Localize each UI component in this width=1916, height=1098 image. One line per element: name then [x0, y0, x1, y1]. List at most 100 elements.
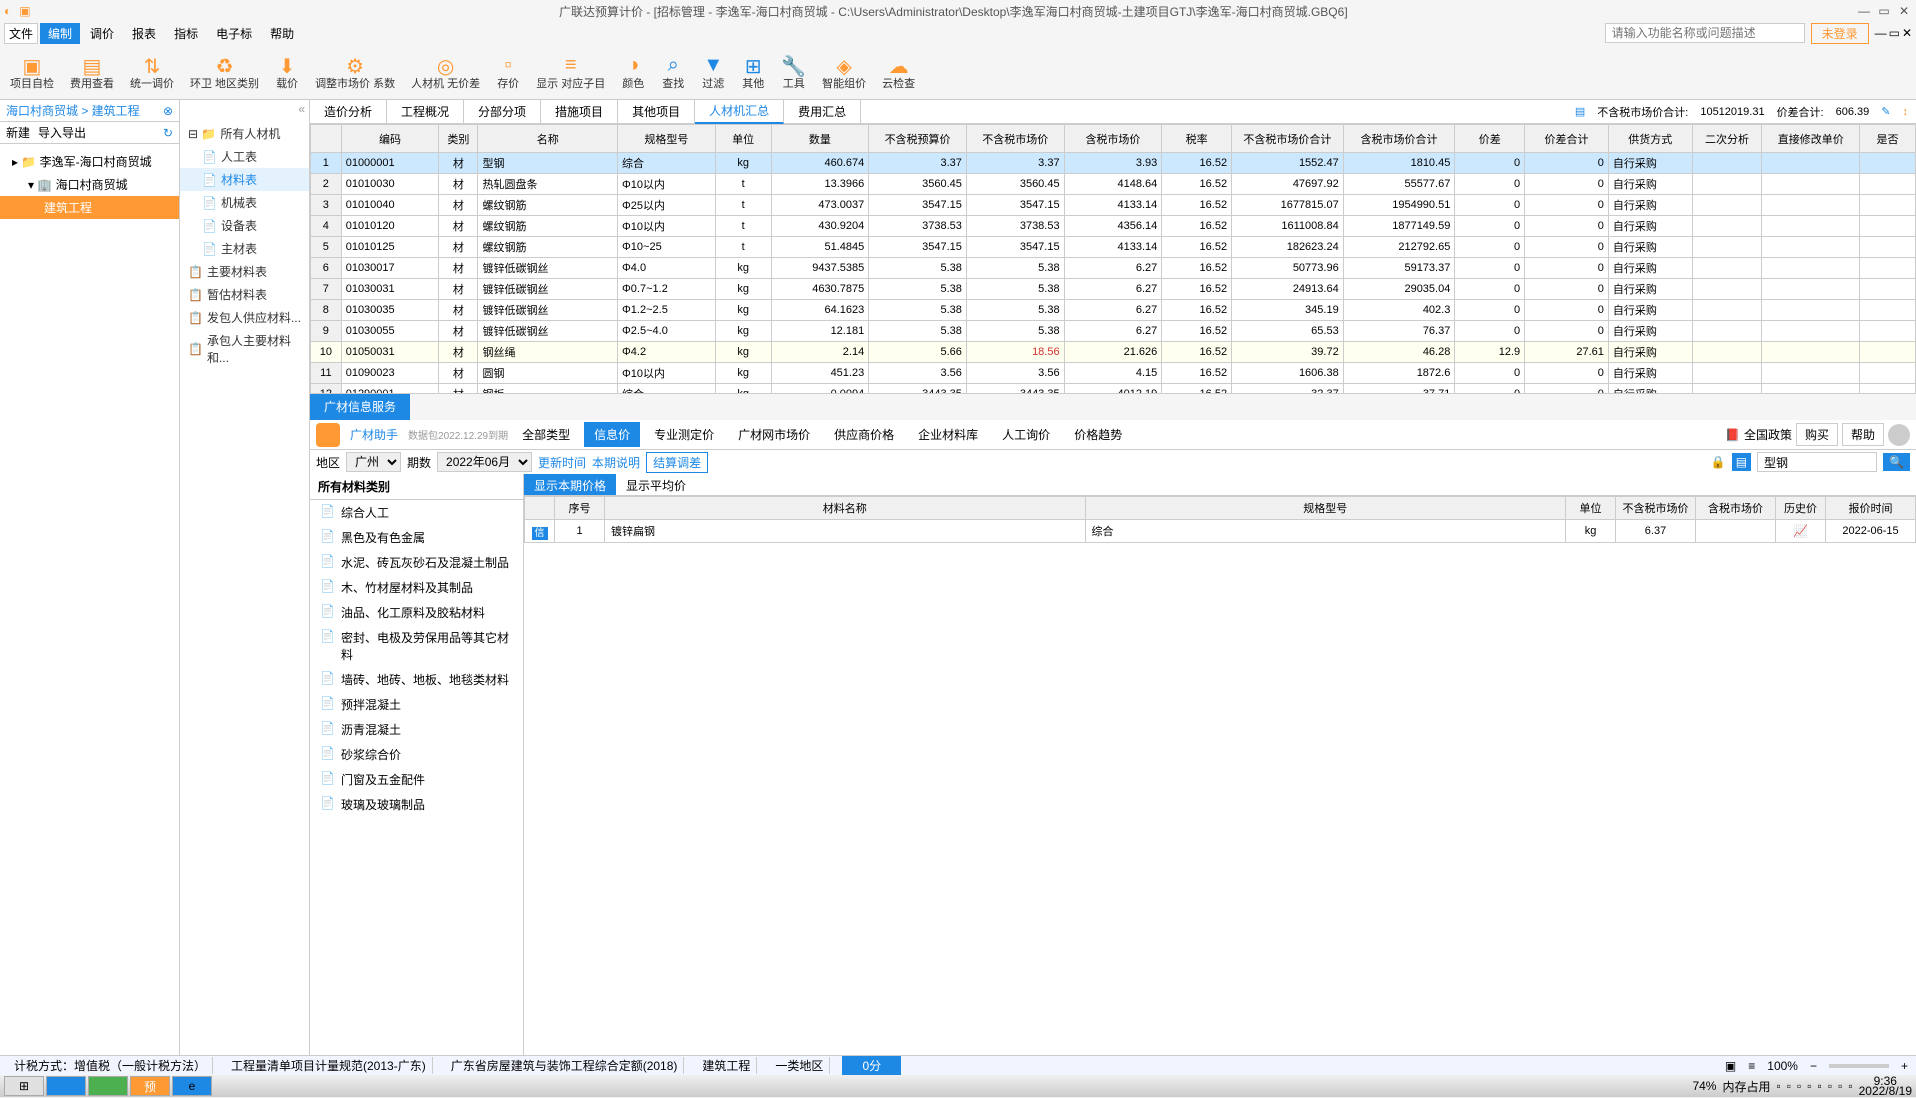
- avatar[interactable]: [1888, 424, 1910, 446]
- bt-ent-lib[interactable]: 企业材料库: [908, 422, 988, 447]
- material-search[interactable]: [1757, 452, 1877, 472]
- ribbon-show-item[interactable]: ≡显示 对应子目: [530, 46, 611, 97]
- grid-row[interactable]: 1001050031材钢丝绳Φ4.2kg2.145.6618.5621.6261…: [311, 342, 1916, 363]
- grid-header-cell[interactable]: 规格型号: [618, 125, 716, 153]
- tab-fee-summary[interactable]: 费用汇总: [784, 100, 861, 123]
- search-button[interactable]: 🔍: [1883, 453, 1910, 471]
- function-search[interactable]: [1605, 23, 1805, 43]
- file-menu[interactable]: 文件: [4, 23, 38, 44]
- tray-icon-7[interactable]: ▫: [1838, 1079, 1842, 1093]
- bt-trend[interactable]: 价格趋势: [1064, 422, 1132, 447]
- st-provisional[interactable]: 📋 暂估材料表: [180, 283, 309, 306]
- adjust-button[interactable]: 结算调差: [646, 452, 708, 473]
- bt-pro-price[interactable]: 专业测定价: [644, 422, 724, 447]
- grid-header-cell[interactable]: 供货方式: [1608, 125, 1692, 153]
- close-button[interactable]: ✕: [1896, 4, 1912, 18]
- menu-ebid[interactable]: 电子标: [208, 23, 260, 44]
- grid-header-cell[interactable]: 类别: [439, 125, 478, 153]
- breadcrumb-close-icon[interactable]: ⊗: [163, 104, 173, 118]
- task-edge[interactable]: e: [172, 1076, 212, 1096]
- grid-header-cell[interactable]: 价差合计: [1525, 125, 1609, 153]
- task-preview[interactable]: 预: [130, 1076, 170, 1096]
- material-grid[interactable]: 编码类别名称规格型号单位数量不含税预算价不含税市场价含税市场价税率不含税市场价合…: [310, 124, 1916, 394]
- filter-icon[interactable]: ▤: [1732, 453, 1751, 471]
- ribbon-other[interactable]: ⊞其他: [735, 46, 771, 97]
- grid-header-cell[interactable]: 税率: [1162, 125, 1232, 153]
- ribbon-filter[interactable]: ▼过滤: [695, 46, 731, 97]
- window-maximize[interactable]: ▭: [1889, 26, 1900, 40]
- tray-icon-2[interactable]: ▫: [1787, 1079, 1791, 1093]
- zoom-out[interactable]: −: [1810, 1059, 1817, 1073]
- category-item[interactable]: 📄水泥、砖瓦灰砂石及混凝土制品: [310, 550, 523, 575]
- category-item[interactable]: 📄砂浆综合价: [310, 742, 523, 767]
- zoom-in[interactable]: +: [1901, 1059, 1908, 1073]
- policy-link[interactable]: 全国政策: [1744, 426, 1792, 443]
- ribbon-smart-group[interactable]: ◈智能组价: [816, 46, 872, 97]
- bt-inquiry[interactable]: 人工询价: [992, 422, 1060, 447]
- st-machine[interactable]: 📄 机械表: [180, 191, 309, 214]
- menu-edit[interactable]: 编制: [40, 23, 80, 44]
- grid-header-cell[interactable]: 单位: [715, 125, 771, 153]
- ribbon-area-type[interactable]: ♻环卫 地区类别: [184, 46, 265, 97]
- status-score[interactable]: 0分: [842, 1056, 901, 1075]
- start-button[interactable]: ⊞: [4, 1076, 44, 1096]
- grid-header-cell[interactable]: 名称: [478, 125, 618, 153]
- collapse-icon[interactable]: «: [180, 100, 309, 118]
- pt-average[interactable]: 显示平均价: [616, 474, 696, 495]
- import-export-button[interactable]: 导入导出: [38, 124, 86, 141]
- ribbon-tools[interactable]: 🔧工具: [775, 46, 812, 97]
- tab-sub-items[interactable]: 分部分项: [464, 100, 541, 123]
- ribbon-save-price[interactable]: ▫存价: [490, 46, 526, 97]
- buy-button[interactable]: 购买: [1796, 423, 1838, 446]
- view-list-icon[interactable]: ≡: [1748, 1059, 1755, 1073]
- grid-row[interactable]: 1201290001材钢板综合kg0.00943443.353443.35401…: [311, 384, 1916, 395]
- view-mode-icon[interactable]: ▣: [1725, 1059, 1736, 1073]
- new-button[interactable]: 新建: [6, 124, 30, 141]
- tab-overview[interactable]: 工程概况: [387, 100, 464, 123]
- grid-row[interactable]: 501010125材螺纹钢筋Φ10~25t51.48453547.153547.…: [311, 237, 1916, 258]
- st-owner-supply[interactable]: 📋 发包人供应材料...: [180, 306, 309, 329]
- grid-header-cell[interactable]: 不含税市场价: [966, 125, 1064, 153]
- menu-indicator[interactable]: 指标: [166, 23, 206, 44]
- category-item[interactable]: 📄沥青混凝土: [310, 717, 523, 742]
- grid-header-cell[interactable]: 二次分析: [1692, 125, 1762, 153]
- refresh-icon[interactable]: ↻: [163, 126, 173, 140]
- ribbon-cloud-check[interactable]: ☁云检查: [876, 46, 921, 97]
- tray-icon-4[interactable]: ▫: [1807, 1079, 1811, 1093]
- area-select[interactable]: 广州: [346, 452, 401, 472]
- lock-icon[interactable]: 🔒: [1711, 455, 1726, 469]
- menu-price[interactable]: 调价: [82, 23, 122, 44]
- category-item[interactable]: 📄门窗及五金配件: [310, 767, 523, 792]
- ribbon-fee-view[interactable]: ▤费用查看: [64, 46, 120, 97]
- st-main[interactable]: 📄 主材表: [180, 237, 309, 260]
- grid-header-cell[interactable]: 是否: [1860, 125, 1916, 153]
- grid-header-cell[interactable]: 编码: [341, 125, 439, 153]
- st-labor[interactable]: 📄 人工表: [180, 145, 309, 168]
- category-item[interactable]: 📄综合人工: [310, 500, 523, 525]
- grid-header-cell[interactable]: 含税市场价合计: [1343, 125, 1455, 153]
- pt-current[interactable]: 显示本期价格: [524, 474, 616, 495]
- grid-row[interactable]: 301010040材螺纹钢筋Φ25以内t473.00373547.153547.…: [311, 195, 1916, 216]
- grid-header-cell[interactable]: 含税市场价: [1064, 125, 1162, 153]
- tray-icon-6[interactable]: ▫: [1828, 1079, 1832, 1093]
- bt-info-price[interactable]: 信息价: [584, 422, 640, 447]
- grid-header-cell[interactable]: 不含税市场价合计: [1232, 125, 1344, 153]
- category-item[interactable]: 📄油品、化工原料及胶粘材料: [310, 600, 523, 625]
- summary-icon-2[interactable]: ↕: [1903, 106, 1909, 118]
- st-all[interactable]: ⊟ 📁 所有人材机: [180, 122, 309, 145]
- task-app-1[interactable]: [46, 1076, 86, 1096]
- window-minimize[interactable]: —: [1875, 26, 1887, 40]
- ribbon-unify-price[interactable]: ⇅统一调价: [124, 46, 180, 97]
- window-close[interactable]: ✕: [1902, 26, 1912, 40]
- grid-header-cell[interactable]: 不含税预算价: [869, 125, 967, 153]
- tab-measures[interactable]: 措施项目: [541, 100, 618, 123]
- tree-root[interactable]: ▸ 📁 李逸军-海口村商贸城: [0, 150, 179, 173]
- category-item[interactable]: 📄预拌混凝土: [310, 692, 523, 717]
- grid-header-cell[interactable]: 价差: [1455, 125, 1525, 153]
- ribbon-self-check[interactable]: ▣项目自检: [4, 46, 60, 97]
- chart-icon[interactable]: 📈: [1793, 524, 1808, 538]
- login-button[interactable]: 未登录: [1811, 23, 1869, 44]
- st-material[interactable]: 📄 材料表: [180, 168, 309, 191]
- grid-header-cell[interactable]: 数量: [771, 125, 869, 153]
- bt-all[interactable]: 全部类型: [512, 422, 580, 447]
